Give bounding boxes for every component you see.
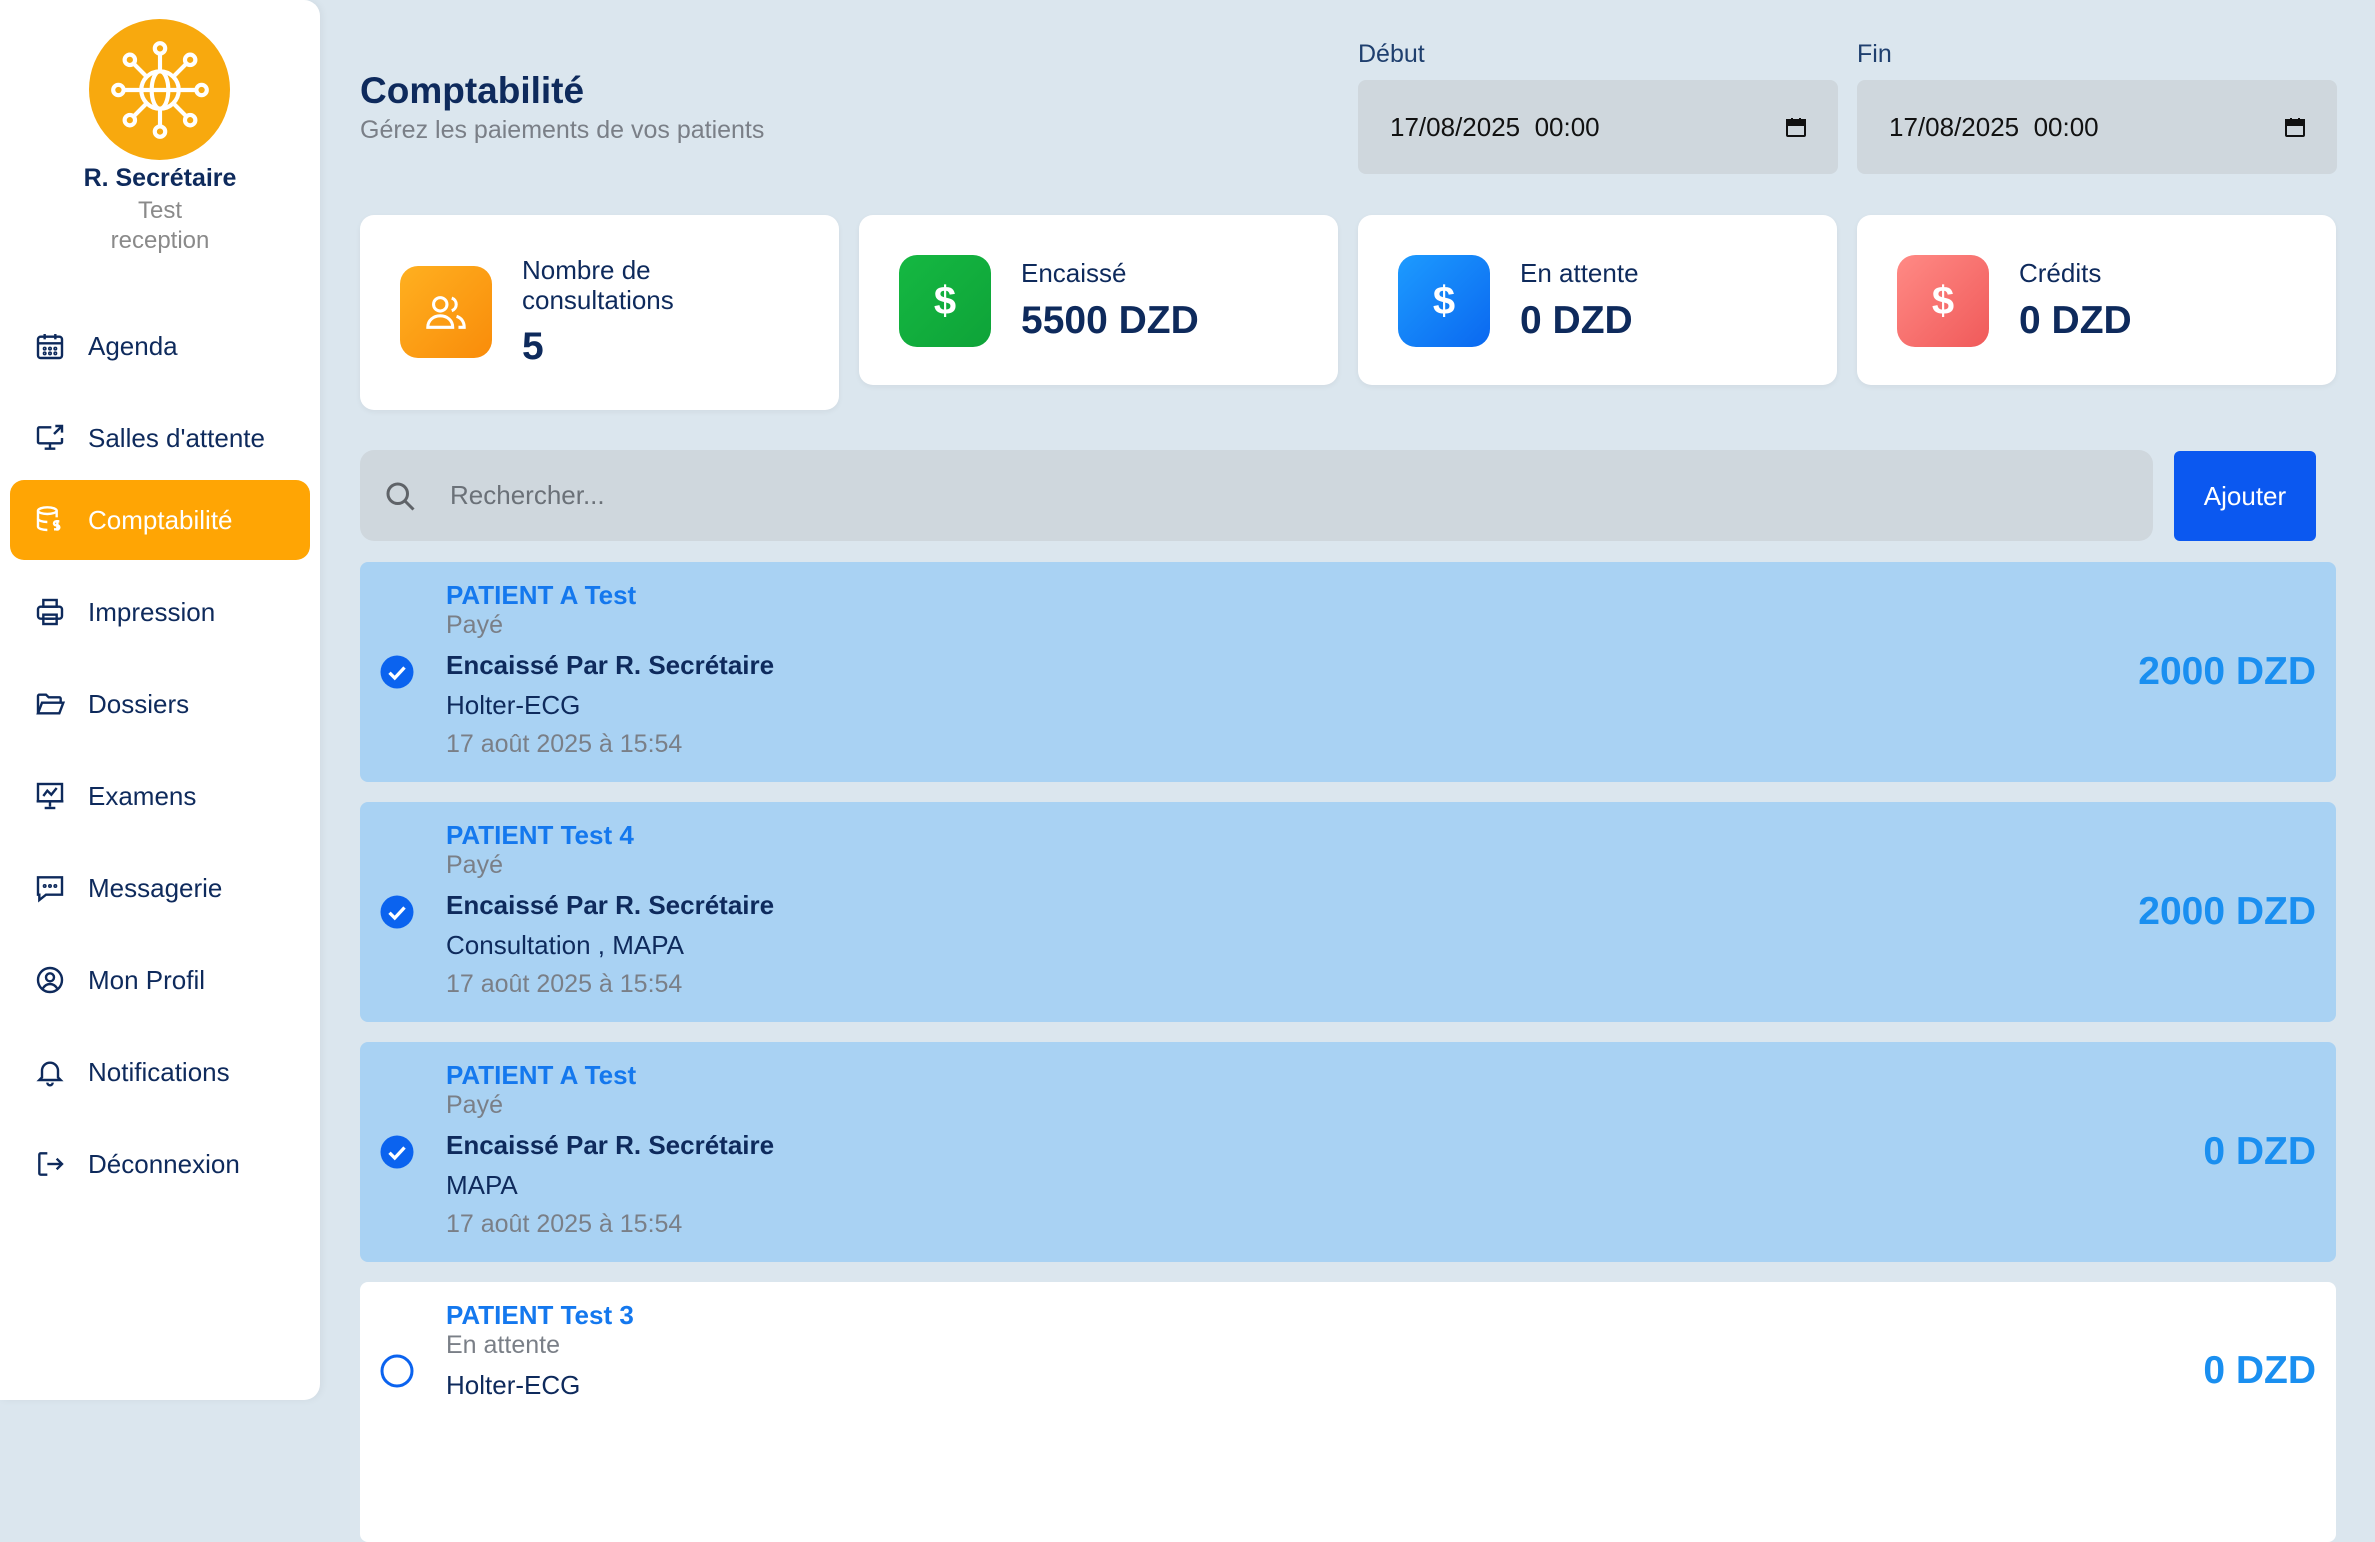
users-icon: [400, 266, 492, 358]
stat-label: Nombre de consultations: [522, 255, 674, 315]
stat-label: En attente: [1520, 258, 1639, 288]
stat-card-consultations: Nombre de consultations 5: [360, 215, 839, 410]
sidebar: R. Secrétaire Test reception Agenda Sall…: [0, 0, 320, 1400]
stat-value: 5500 DZD: [1021, 299, 1199, 342]
calendar-picker-icon[interactable]: [2283, 115, 2307, 139]
payment-row[interactable]: PATIENT Test 3 En attente Holter-ECG 0 D…: [360, 1282, 2336, 1542]
end-date-input[interactable]: 17/08/2025 00:00: [1857, 80, 2337, 174]
stat-card-credits: $ Crédits 0 DZD: [1857, 215, 2336, 385]
page-subtitle: Gérez les paiements de vos patients: [360, 116, 765, 144]
sidebar-item-label: Impression: [88, 596, 216, 627]
search-bar: [360, 450, 2153, 541]
sidebar-item-comptabilite[interactable]: Comptabilité: [10, 480, 310, 560]
payment-amount: 2000 DZD: [2138, 890, 2316, 933]
database-dollar-icon: [28, 498, 72, 542]
stat-card-encaisse: $ Encaissé 5500 DZD: [859, 215, 1338, 385]
cashed-by: Encaissé Par R. Secrétaire: [446, 1130, 775, 1160]
sidebar-item-label: Comptabilité: [88, 504, 233, 535]
payment-acts: MAPA: [446, 1170, 518, 1200]
calendar-picker-icon[interactable]: [1784, 115, 1808, 139]
payment-amount: 2000 DZD: [2138, 650, 2316, 693]
printer-icon: [28, 590, 72, 634]
logout-icon: [28, 1142, 72, 1186]
payment-acts: Holter-ECG: [446, 690, 581, 720]
dollar-icon: $: [899, 255, 991, 347]
start-date-label: Début: [1358, 40, 1425, 68]
message-icon: [28, 866, 72, 910]
stat-label: Encaissé: [1021, 258, 1127, 288]
page-title: Comptabilité: [360, 70, 585, 111]
user-role-line-1: Test: [137, 197, 182, 224]
stat-label-line-2: consultations: [522, 285, 674, 315]
sidebar-item-messagerie[interactable]: Messagerie: [10, 848, 310, 928]
stat-card-en-attente: $ En attente 0 DZD: [1358, 215, 1837, 385]
sidebar-item-label: Agenda: [88, 330, 178, 361]
patient-name[interactable]: PATIENT Test 3: [446, 1300, 634, 1331]
search-icon: [380, 476, 420, 516]
sidebar-item-salles-attente[interactable]: Salles d'attente: [10, 398, 310, 478]
payment-date: 17 août 2025 à 15:54: [446, 1210, 683, 1238]
sidebar-item-label: Déconnexion: [88, 1148, 240, 1179]
sidebar-item-label: Mon Profil: [88, 964, 206, 995]
sidebar-item-examens[interactable]: Examens: [10, 756, 310, 836]
payment-status: Payé: [446, 851, 503, 879]
monitor-icon: [28, 416, 72, 460]
patient-name[interactable]: PATIENT Test 4: [446, 820, 634, 851]
user-name: R. Secrétaire: [83, 164, 237, 192]
sidebar-item-dossiers[interactable]: Dossiers: [10, 664, 310, 744]
sidebar-item-label: Examens: [88, 780, 197, 811]
empty-circle-icon[interactable]: [379, 1353, 415, 1389]
user-circle-icon: [28, 958, 72, 1002]
end-date-label: Fin: [1857, 40, 1892, 68]
dollar-icon: $: [1398, 255, 1490, 347]
payment-status: En attente: [446, 1331, 560, 1359]
stat-value: 0 DZD: [1520, 299, 1633, 342]
cashed-by: Encaissé Par R. Secrétaire: [446, 650, 775, 680]
stat-label: Crédits: [2019, 258, 2102, 288]
sidebar-item-label: Notifications: [88, 1056, 230, 1087]
stat-value: 5: [522, 325, 544, 368]
start-date-value: 17/08/2025 00:00: [1390, 111, 1600, 142]
calendar-icon: [28, 324, 72, 368]
payment-status: Payé: [446, 611, 503, 639]
patient-name[interactable]: PATIENT A Test: [446, 1060, 636, 1091]
start-date-input[interactable]: 17/08/2025 00:00: [1358, 80, 1838, 174]
payment-date: 17 août 2025 à 15:54: [446, 970, 683, 998]
stat-value: 0 DZD: [2019, 299, 2132, 342]
cashed-by: Encaissé Par R. Secrétaire: [446, 890, 775, 920]
stat-label-line-1: Nombre de: [522, 255, 651, 285]
dollar-icon: $: [1897, 255, 1989, 347]
network-globe-icon: [110, 40, 209, 139]
folder-open-icon: [28, 682, 72, 726]
sidebar-item-agenda[interactable]: Agenda: [10, 306, 310, 386]
user-role: Test reception: [0, 196, 320, 256]
sidebar-item-label: Messagerie: [88, 872, 223, 903]
payment-acts: Consultation , MAPA: [446, 930, 684, 960]
payment-amount: 0 DZD: [2203, 1130, 2316, 1173]
end-date-value: 17/08/2025 00:00: [1889, 111, 2099, 142]
payment-row[interactable]: PATIENT A Test Payé Encaissé Par R. Secr…: [360, 1042, 2336, 1262]
search-input[interactable]: [448, 479, 2153, 512]
check-circle-icon[interactable]: [379, 1134, 415, 1170]
check-circle-icon[interactable]: [379, 894, 415, 930]
sidebar-item-label: Dossiers: [88, 688, 190, 719]
payment-status: Payé: [446, 1091, 503, 1119]
payment-row[interactable]: PATIENT Test 4 Payé Encaissé Par R. Secr…: [360, 802, 2336, 1022]
user-role-line-2: reception: [110, 227, 210, 254]
payment-acts: Holter-ECG: [446, 1370, 581, 1400]
sidebar-item-mon-profil[interactable]: Mon Profil: [10, 940, 310, 1020]
add-payment-button[interactable]: Ajouter: [2174, 451, 2316, 541]
patient-name[interactable]: PATIENT A Test: [446, 580, 636, 611]
payment-amount: 0 DZD: [2203, 1349, 2316, 1392]
sidebar-item-label: Salles d'attente: [88, 422, 265, 453]
presentation-icon: [28, 774, 72, 818]
sidebar-item-impression[interactable]: Impression: [10, 572, 310, 652]
payment-date: 17 août 2025 à 15:54: [446, 730, 683, 758]
payment-row[interactable]: PATIENT A Test Payé Encaissé Par R. Secr…: [360, 562, 2336, 782]
check-circle-icon[interactable]: [379, 654, 415, 690]
sidebar-item-deconnexion[interactable]: Déconnexion: [10, 1124, 310, 1204]
sidebar-item-notifications[interactable]: Notifications: [10, 1032, 310, 1112]
app-logo: [89, 19, 230, 160]
bell-icon: [28, 1050, 72, 1094]
